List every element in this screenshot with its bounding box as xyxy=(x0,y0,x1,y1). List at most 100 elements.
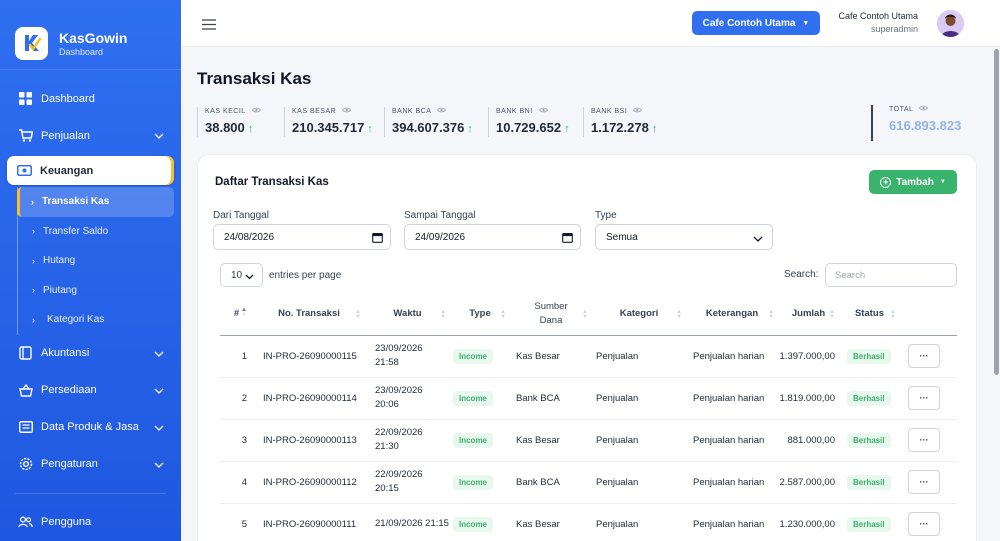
calendar-icon[interactable] xyxy=(372,232,383,246)
stat-kas-kecil: KAS KECIL 38.800 ↑ xyxy=(197,107,261,137)
sidebar-subitem-hutang[interactable]: › Hutang xyxy=(18,246,181,276)
to-date-input[interactable]: 24/09/2026 xyxy=(404,224,581,250)
table-row[interactable]: 1 IN-PRO-26090000115 23/09/2026 21:58 Income… xyxy=(220,335,957,378)
table-body: 1 IN-PRO-26090000115 23/09/2026 21:58 Income… xyxy=(220,335,957,541)
eye-icon[interactable] xyxy=(538,107,548,115)
column-header[interactable]: # ▲ ▼ xyxy=(220,293,253,336)
stat-label: BANK BNI xyxy=(496,107,533,115)
scrollbar[interactable] xyxy=(994,49,999,375)
sidebar-subitem-transfer-saldo[interactable]: › Transfer Saldo xyxy=(18,217,181,247)
type-badge: Income xyxy=(453,474,494,490)
arrow-up-icon: ↑ xyxy=(564,123,570,135)
table-row[interactable]: 3 IN-PRO-26090000113 22/09/2026 21:30 Income… xyxy=(220,419,957,462)
sidebar-item-persediaan[interactable]: Persediaan xyxy=(0,372,181,409)
search-input[interactable]: Search xyxy=(825,263,957,287)
type-label: Type xyxy=(595,210,617,221)
cell-no: 4 xyxy=(220,461,253,504)
cash-icon xyxy=(17,163,32,178)
outlet-selector-button[interactable]: Cafe Contoh Utama ▼ xyxy=(692,11,820,35)
sidebar-subitem-piutang[interactable]: › Piutang xyxy=(18,276,181,306)
cell-status: Berhasil xyxy=(839,503,900,541)
from-date-input[interactable]: 24/08/2026 xyxy=(213,224,391,250)
row-actions-button[interactable]: ··· xyxy=(908,344,940,368)
sidebar-item-akuntansi[interactable]: Akuntansi xyxy=(0,335,181,372)
sidebar-item-dashboard[interactable]: Dashboard xyxy=(0,80,181,117)
sidebar-item-keuangan[interactable]: Keuangan xyxy=(7,156,174,185)
cell-type: Income xyxy=(450,503,510,541)
column-header[interactable]: Sumber Dana ▲ ▼ xyxy=(510,293,592,336)
chevron-down-icon xyxy=(154,459,164,471)
sidebar-item-label: Dashboard xyxy=(41,92,95,105)
sort-icon: ▲ ▼ xyxy=(440,309,446,320)
eye-icon[interactable] xyxy=(919,105,929,113)
arrow-up-icon: ↑ xyxy=(651,123,658,135)
chevron-down-icon xyxy=(245,272,254,283)
column-header[interactable]: Keterangan ▲ ▼ xyxy=(686,293,778,336)
sidebar-item-pengaturan[interactable]: Pengaturan xyxy=(0,446,181,483)
sidebar-item-pengguna[interactable]: Pengguna xyxy=(0,504,181,541)
sidebar-item-label: Akuntansi xyxy=(41,347,90,359)
eye-icon[interactable] xyxy=(342,107,352,115)
cell-clock: 21:58 xyxy=(375,357,399,368)
stat-value: 394.607.376 xyxy=(392,120,465,135)
eye-icon[interactable] xyxy=(633,107,643,115)
cell-type: Income xyxy=(450,461,510,504)
column-header[interactable]: Jumlah ▲ ▼ xyxy=(778,293,839,336)
avatar[interactable] xyxy=(937,10,964,37)
row-actions-button[interactable]: ··· xyxy=(908,428,940,452)
search-placeholder: Search xyxy=(835,269,866,281)
cell-status: Berhasil xyxy=(839,461,900,504)
cell-category: Penjualan xyxy=(592,377,686,420)
column-header[interactable]: Status ▲ ▼ xyxy=(839,293,900,336)
sidebar-item-data-produk-jasa[interactable]: Data Produk & Jasa xyxy=(0,409,181,446)
cell-category: Penjualan xyxy=(592,335,686,378)
column-header[interactable]: No. Transaksi ▲ ▼ xyxy=(253,293,365,336)
sidebar-item-penjualan[interactable]: Penjualan xyxy=(0,117,181,154)
row-actions-button[interactable]: ··· xyxy=(908,470,940,494)
eye-icon[interactable] xyxy=(437,107,447,115)
cell-amount: 1.819.000,00 xyxy=(778,377,839,420)
cell-amount: 2.587.000,00 xyxy=(778,461,839,504)
add-button[interactable]: + Tambah ▼ xyxy=(869,170,957,194)
cell-note: Penjualan harian xyxy=(686,377,778,420)
eye-icon[interactable] xyxy=(251,107,261,115)
cell-date: 22/09/2026 xyxy=(375,469,423,480)
caret-down-icon: ▼ xyxy=(939,179,946,185)
sidebar-subitem-transaksi-kas[interactable]: › Transaksi Kas xyxy=(17,187,174,217)
row-actions-button[interactable]: ··· xyxy=(908,512,940,536)
cell-clock: 20:15 xyxy=(375,483,399,494)
table-header-row: # ▲ ▼ No. Transaksi ▲ ▼ Waktu ▲ ▼ Type ▲ ▼ Sumbe… xyxy=(220,293,957,336)
cell-transaction-id: IN-PRO-26090000113 xyxy=(253,419,365,462)
add-button-label: Tambah xyxy=(896,176,934,188)
table-row[interactable]: 5 IN-PRO-26090000111 21/09/2026 21:15 Incom… xyxy=(220,503,957,541)
cell-category: Penjualan xyxy=(592,503,686,541)
row-actions-button[interactable]: ··· xyxy=(908,386,940,410)
table-row[interactable]: 4 IN-PRO-26090000112 22/09/2026 20:15 Income… xyxy=(220,461,957,504)
card-title: Daftar Transaksi Kas xyxy=(215,176,329,188)
arrow-up-icon: ↑ xyxy=(247,123,254,135)
brand-subtitle: Dashboard xyxy=(59,46,104,57)
from-date-value: 24/08/2026 xyxy=(224,231,275,243)
calendar-icon[interactable] xyxy=(562,232,573,246)
entries-select[interactable]: 10 xyxy=(220,263,263,287)
column-header[interactable]: Waktu ▲ ▼ xyxy=(365,293,450,336)
sidebar-subitem-kategori-kas[interactable]: › Kategori Kas xyxy=(18,305,181,335)
column-header-label: Type xyxy=(469,308,491,320)
main-content: Transaksi Kas KAS KECIL 38.800 ↑ KAS BESA… xyxy=(181,47,1000,541)
column-header[interactable]: Kategori ▲ ▼ xyxy=(592,293,686,336)
brand[interactable]: KasGowin Dashboard xyxy=(0,0,181,70)
status-badge: Berhasil xyxy=(847,390,891,406)
user-info[interactable]: Cafe Contoh Utama superadmin xyxy=(838,11,918,34)
chevron-down-icon xyxy=(154,130,164,142)
cell-time: 22/09/2026 21:30 xyxy=(365,419,450,462)
chevron-right-icon: › xyxy=(32,226,35,237)
column-header[interactable]: Type ▲ ▼ xyxy=(450,293,510,336)
menu-icon[interactable] xyxy=(202,17,216,35)
sidebar-subitem-label: Kategori Kas xyxy=(47,314,105,326)
type-select[interactable]: Semua xyxy=(595,224,773,250)
caret-down-icon: ▼ xyxy=(802,19,810,27)
table-row[interactable]: 2 IN-PRO-26090000114 23/09/2026 20:06 Income… xyxy=(220,377,957,420)
cell-actions: ··· xyxy=(900,461,957,504)
type-select-value: Semua xyxy=(606,231,638,243)
type-badge: Income xyxy=(453,516,494,532)
